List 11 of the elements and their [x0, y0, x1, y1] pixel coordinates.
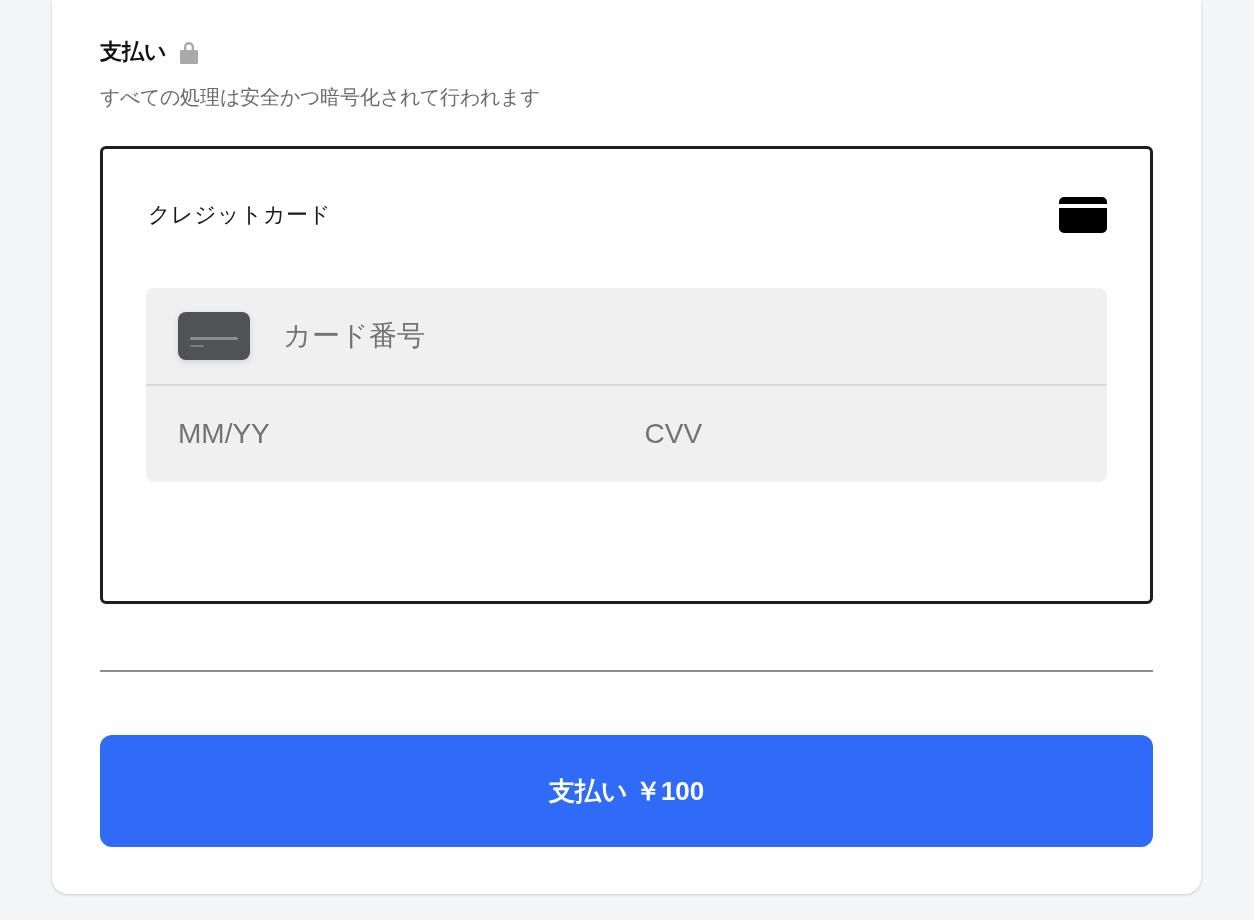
cvv-field[interactable]: CVV [644, 414, 1075, 454]
payment-method-panel[interactable]: クレジットカード カード番号 MM/YY CVV [100, 146, 1153, 604]
card-number-field[interactable]: カード番号 [283, 316, 1107, 356]
expiry-field[interactable]: MM/YY [178, 414, 609, 454]
payment-method-label: クレジットカード [148, 201, 331, 229]
pay-button[interactable]: 支払い ￥100 [100, 735, 1153, 847]
credit-card-icon [1059, 197, 1107, 233]
security-note: すべての処理は安全かつ暗号化されて行われます [100, 85, 540, 110]
payment-title: 支払い [100, 38, 167, 66]
card-badge-icon [178, 312, 250, 360]
lock-icon [179, 40, 199, 64]
